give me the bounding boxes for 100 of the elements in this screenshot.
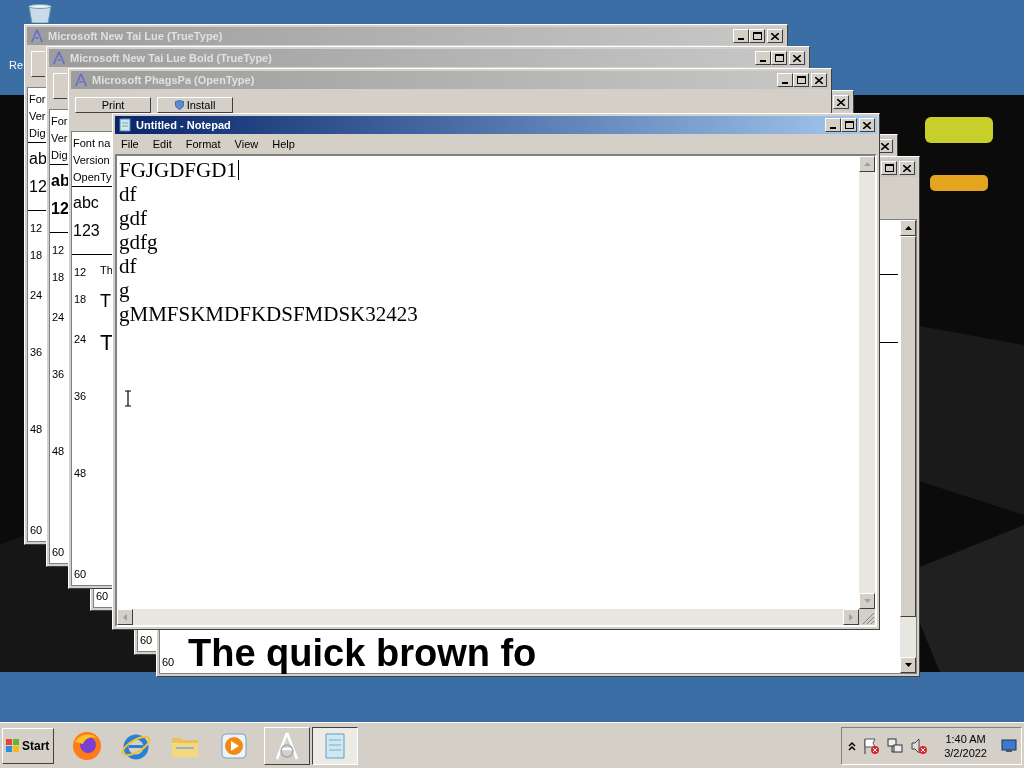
maximize-icon [796, 76, 806, 84]
chevron-up-icon[interactable] [848, 740, 857, 751]
menu-item[interactable]: Format [178, 136, 228, 152]
close-icon [771, 32, 779, 40]
horizontal-scrollbar[interactable] [117, 609, 859, 625]
size-label: 12 [51, 243, 66, 257]
scroll-down-button[interactable] [859, 593, 875, 609]
font-info-text: Ver [29, 109, 46, 124]
size-label: 60 [95, 589, 110, 604]
clock-date: 3/2/2022 [944, 745, 987, 760]
size-label: 24 [29, 288, 44, 302]
size-label: 48 [73, 466, 88, 480]
start-button[interactable]: Start [2, 727, 54, 764]
text-line: g [119, 278, 130, 302]
size-label: 36 [29, 345, 44, 359]
font-icon [30, 29, 44, 43]
font-icon [74, 73, 88, 87]
minimize-icon [830, 127, 836, 129]
text-area[interactable]: FGJGDFGD1 df gdf gdfg df g gMMFSKMDFKDSFMDSK32423 [117, 156, 859, 609]
size-label: 24 [51, 310, 66, 324]
maximize-button[interactable] [793, 73, 809, 87]
size-label: 60 [29, 523, 44, 538]
close-button[interactable] [789, 51, 805, 65]
vertical-scrollbar[interactable] [900, 220, 916, 673]
maximize-icon [884, 164, 894, 172]
size-label: 48 [51, 444, 66, 458]
scroll-left-button[interactable] [117, 609, 133, 625]
install-button[interactable]: Install [157, 97, 233, 113]
scroll-down-button[interactable] [900, 657, 916, 673]
sample-text: abc [73, 193, 99, 213]
maximize-icon [844, 121, 854, 129]
sample-text: 12 [29, 177, 47, 197]
maximize-button[interactable] [841, 118, 857, 132]
preview-text: T [100, 330, 114, 356]
text-line: gdfg [119, 230, 158, 254]
recycle-bin-icon [26, 4, 54, 23]
window-title: Microsoft PhagsPa (OpenType) [92, 72, 255, 88]
minimize-icon [760, 60, 766, 62]
maximize-button[interactable] [749, 29, 765, 43]
menu-item[interactable]: Help [265, 136, 302, 152]
preview-text: Th [100, 263, 113, 277]
speaker-muted-icon[interactable] [910, 736, 929, 755]
font-info-text: For [29, 92, 46, 107]
text-line: gMMFSKMDFKDSFMDSK32423 [119, 302, 418, 326]
close-button[interactable] [833, 95, 849, 109]
font-info-text: OpenTy [73, 170, 112, 185]
maximize-icon [774, 54, 784, 62]
size-label: 24 [73, 332, 88, 346]
maximize-icon [752, 32, 762, 40]
browser-fox-icon[interactable] [71, 729, 103, 762]
close-icon [863, 121, 871, 129]
scroll-up-button[interactable] [859, 156, 875, 172]
close-icon [903, 164, 911, 172]
sample-text: ab [29, 149, 47, 169]
close-icon [793, 54, 801, 62]
size-label: 12 [29, 221, 44, 235]
window-title: Microsoft New Tai Lue Bold (TrueType) [70, 50, 272, 66]
text-line: df [119, 254, 137, 278]
show-desktop-icon[interactable] [1001, 738, 1017, 753]
flag-warning-icon[interactable] [862, 736, 881, 755]
size-label: 18 [73, 292, 88, 306]
menu-item[interactable]: Edit [145, 136, 179, 152]
minimize-icon [782, 82, 788, 84]
font-info-text: Dig [51, 148, 68, 163]
scroll-up-button[interactable] [900, 220, 916, 236]
toolbar-button[interactable] [53, 73, 67, 99]
font-info-text: For [51, 114, 68, 129]
vertical-scrollbar[interactable] [859, 156, 875, 609]
maximize-button[interactable] [881, 161, 897, 175]
text-line: FGJGDFGD1 [119, 158, 237, 182]
taskbar-button[interactable] [312, 726, 358, 765]
minimize-button[interactable] [755, 51, 771, 65]
close-button[interactable] [767, 29, 783, 43]
menu-item[interactable]: View [227, 136, 266, 152]
close-button[interactable] [859, 118, 875, 132]
maximize-button[interactable] [771, 51, 787, 65]
menu-item[interactable]: File [114, 136, 146, 152]
scroll-right-button[interactable] [843, 609, 859, 625]
notepad-icon [118, 118, 132, 132]
network-icon[interactable] [886, 736, 905, 755]
print-button[interactable]: Print [75, 97, 151, 113]
minimize-button[interactable] [825, 118, 841, 132]
minimize-button[interactable] [733, 29, 749, 43]
minimize-icon [738, 38, 744, 40]
text-line: df [119, 182, 137, 206]
minimize-button[interactable] [777, 73, 793, 87]
size-label: 36 [51, 367, 66, 381]
size-label: 60 [73, 567, 88, 582]
scroll-thumb[interactable] [900, 236, 916, 617]
arrow-up-icon [904, 226, 912, 230]
close-button[interactable] [811, 73, 827, 87]
close-icon [837, 98, 845, 106]
size-label: 12 [73, 265, 88, 279]
window-title: Microsoft New Tai Lue (TrueType) [48, 28, 223, 44]
size-label: 36 [73, 389, 88, 403]
font-info-text: Font na [73, 136, 111, 151]
close-button[interactable] [899, 161, 915, 175]
arrow-right-icon [849, 613, 853, 621]
toolbar-button[interactable] [31, 51, 45, 77]
font-info-text: Ver [51, 131, 68, 146]
